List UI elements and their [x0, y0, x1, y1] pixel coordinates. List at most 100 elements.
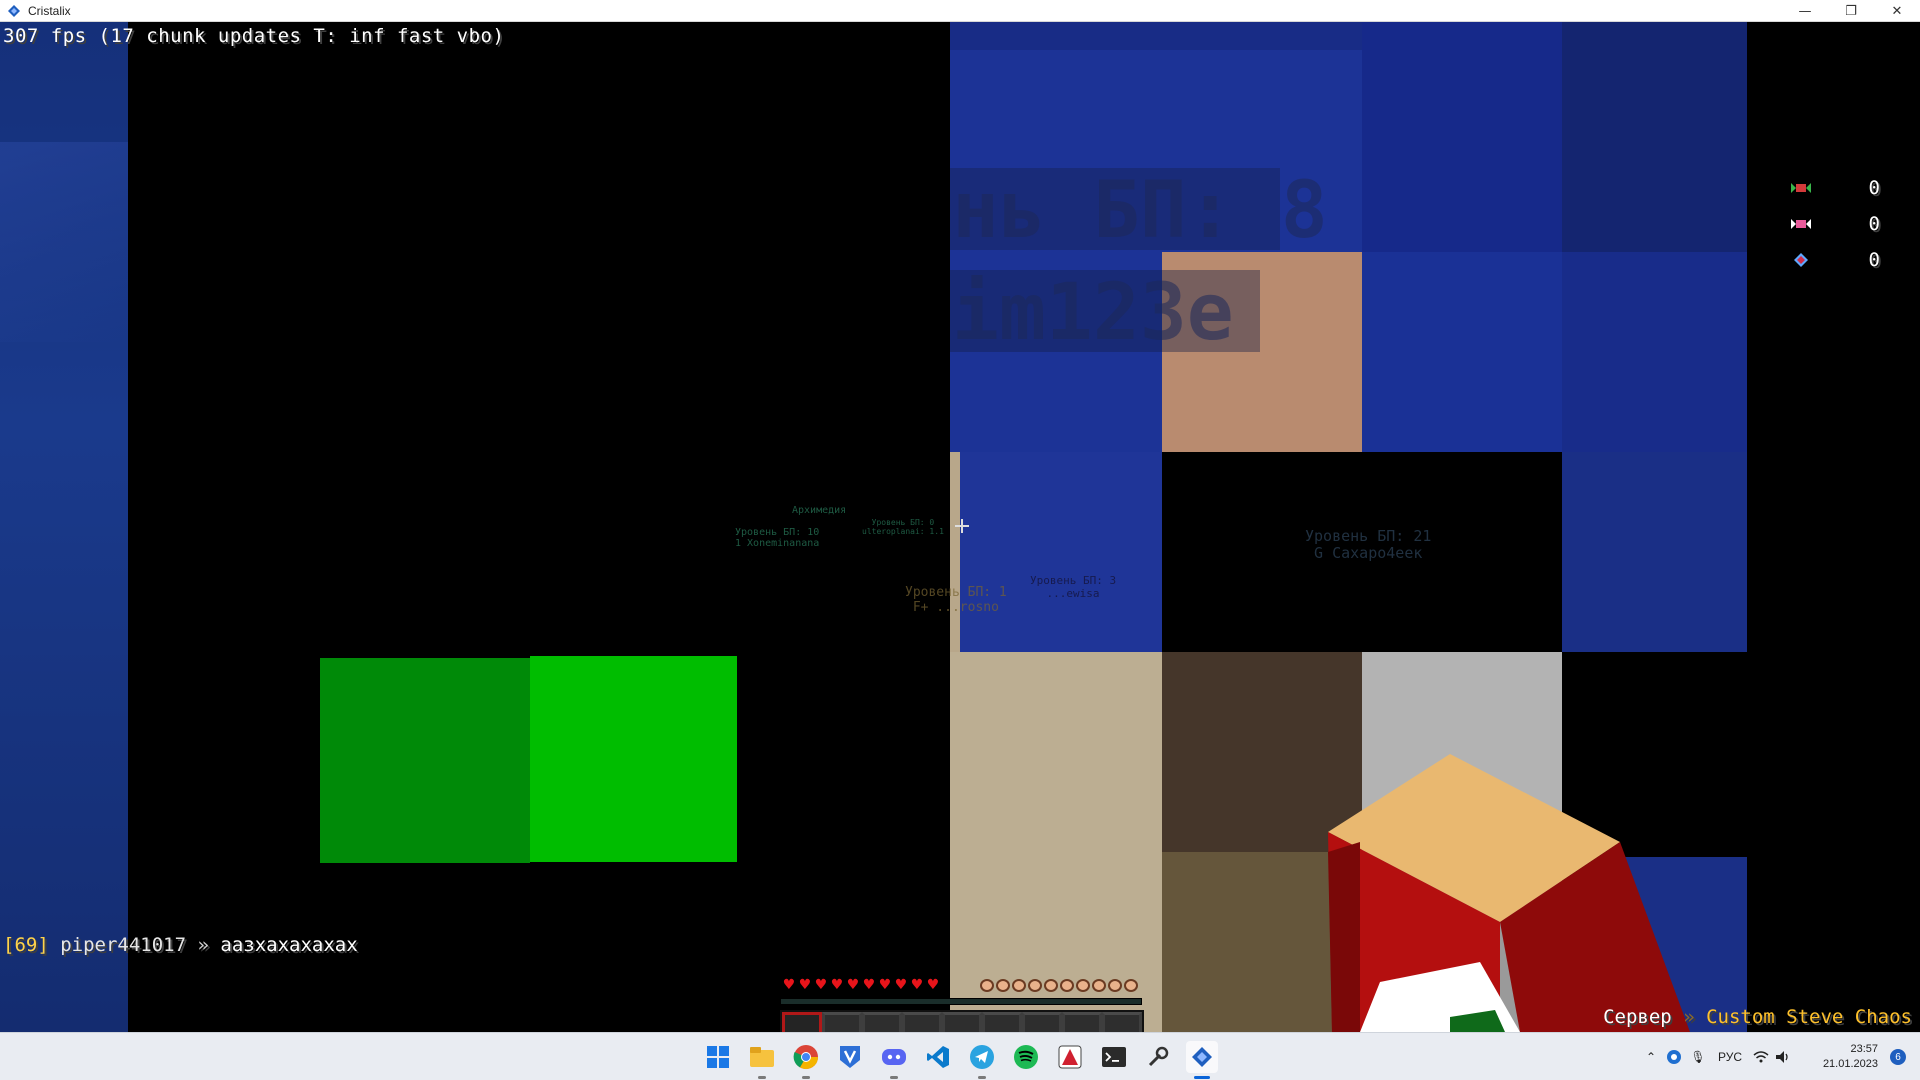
block-sand [950, 652, 1162, 1032]
currency-counters: 0 0 0 [1790, 170, 1880, 278]
window-titlebar: Cristalix — ❐ ✕ [0, 0, 1920, 22]
spotify-icon[interactable] [1010, 1041, 1042, 1073]
cristalix-logo-icon [6, 3, 22, 19]
chat-player: piper441017 [60, 934, 187, 956]
hotbar-slot[interactable] [902, 1012, 942, 1032]
system-tray: ⌃ 🎙 РУС [1640, 1033, 1794, 1080]
restore-button[interactable]: ❐ [1828, 0, 1874, 22]
chevron-up-icon[interactable]: ⌃ [1640, 1050, 1662, 1064]
food-icon [1124, 979, 1138, 992]
telegram-icon[interactable] [966, 1041, 998, 1079]
counter-value: 0 [1868, 213, 1880, 235]
candy-pink-icon [1790, 213, 1812, 235]
clock-time: 23:57 [1850, 1043, 1878, 1055]
block-blue [1562, 252, 1747, 452]
sky-wall-shade [0, 142, 128, 342]
tool-icon[interactable] [1142, 1041, 1174, 1073]
heart-icon: ♥ [878, 977, 892, 993]
server-separator: » [1683, 1006, 1695, 1028]
wifi-icon[interactable] [1750, 1051, 1772, 1063]
fps-counter: 307 fps (17 chunk updates T: inf fast vb… [3, 25, 505, 47]
food-icon [996, 979, 1010, 992]
counter-row: 0 [1790, 206, 1880, 242]
nametag-level: Уровень БП: 21 [1305, 527, 1432, 545]
notification-badge[interactable]: 6 [1890, 1049, 1906, 1065]
app-v-icon[interactable] [834, 1041, 866, 1073]
block-blue [1562, 452, 1747, 652]
ghost-nametag-name: im123e [952, 268, 1234, 358]
terminal-icon[interactable] [1098, 1041, 1130, 1073]
chrome-icon[interactable] [790, 1041, 822, 1079]
food-icon [1012, 979, 1026, 992]
block-sand-edge [950, 452, 960, 652]
nametag-level: Уровень БП: 3 [1030, 574, 1117, 587]
food-icon [980, 979, 994, 992]
hunger-bar [980, 979, 1138, 992]
food-icon [1060, 979, 1074, 992]
network-app-icon[interactable] [1662, 1049, 1686, 1065]
hotbar-slot[interactable] [1062, 1012, 1102, 1032]
cristalix-icon[interactable] [1186, 1041, 1218, 1079]
nametag-level: Архимедия [792, 505, 847, 516]
green-block-shade [320, 658, 530, 863]
heart-icon: ♥ [862, 977, 876, 993]
heart-icon: ♥ [814, 977, 828, 993]
player-arm [1328, 754, 1690, 1032]
microphone-icon[interactable]: 🎙 [1686, 1050, 1710, 1064]
language-indicator[interactable]: РУС [1710, 1050, 1750, 1064]
counter-value: 0 [1868, 177, 1880, 199]
game-viewport[interactable]: нь БП: 8 im123e Уровень БП: 21 G Сахаро4… [0, 22, 1920, 1032]
hotbar-slot[interactable] [942, 1012, 982, 1032]
nametag-name: 1 Xoneminanana [735, 538, 820, 549]
crosshair [955, 519, 969, 533]
hotbar-slot[interactable] [1102, 1012, 1142, 1032]
counter-value: 0 [1868, 249, 1880, 271]
close-button[interactable]: ✕ [1874, 0, 1920, 22]
block-blue [960, 452, 1162, 652]
chat-message: [69] piper441017 » aaзхахахахах [3, 934, 358, 956]
food-icon [1108, 979, 1122, 992]
hotbar-slot[interactable] [782, 1012, 822, 1032]
server-info: Сервер » Custom Steve Chaos [1603, 1006, 1912, 1028]
hotbar-slot[interactable] [862, 1012, 902, 1032]
app-red-icon[interactable] [1054, 1041, 1086, 1073]
green-block [530, 656, 737, 862]
taskbar: ⌃ 🎙 РУС 23:57 21.01.2023 6 [0, 1032, 1920, 1080]
nametag-name: ...ewisa [1046, 586, 1100, 600]
food-icon [1092, 979, 1106, 992]
vscode-icon[interactable] [922, 1041, 954, 1073]
clock-date: 21.01.2023 [1822, 1058, 1878, 1070]
nametag-name: ulteroplanai: 1.1 [862, 526, 944, 536]
heart-icon: ♥ [894, 977, 908, 993]
ghost-nametag-level: нь БП: 8 [952, 166, 1328, 256]
counter-row: 0 [1790, 170, 1880, 206]
tiny-nametag: Архимедия [792, 505, 846, 516]
volume-icon[interactable] [1772, 1050, 1794, 1064]
health-bar: ♥ ♥ ♥ ♥ ♥ ♥ ♥ ♥ ♥ ♥ [782, 977, 940, 993]
food-icon [1076, 979, 1090, 992]
clock[interactable]: 23:57 21.01.2023 [1823, 1042, 1878, 1072]
heart-icon: ♥ [910, 977, 924, 993]
player-nametag: Уровень БП: 3 ...ewisa [1030, 574, 1117, 600]
hotbar-slot[interactable] [982, 1012, 1022, 1032]
start-icon[interactable] [702, 1041, 734, 1073]
heart-icon: ♥ [926, 977, 940, 993]
hotbar-slot[interactable] [822, 1012, 862, 1032]
chat-separator: » [197, 934, 209, 956]
nametag-level: Уровень БП: 1 [905, 585, 1007, 600]
food-icon [1028, 979, 1042, 992]
experience-bar [780, 998, 1142, 1005]
window-title: Cristalix [28, 3, 71, 18]
hotbar[interactable] [780, 1010, 1144, 1032]
minimize-button[interactable]: — [1782, 0, 1828, 22]
file-explorer-icon[interactable] [746, 1041, 778, 1079]
server-label: Сервер [1603, 1006, 1672, 1028]
heart-icon: ♥ [798, 977, 812, 993]
block-blue [1362, 252, 1562, 452]
hotbar-slot[interactable] [1022, 1012, 1062, 1032]
tiny-nametag: Уровень БП: 10 1 Xoneminanana [735, 527, 819, 549]
discord-icon[interactable] [878, 1041, 910, 1079]
block-blue [1362, 22, 1562, 252]
player-nametag: Уровень БП: 21 G Сахаро4еек [1305, 527, 1432, 563]
nametag-name: G Сахаро4еек [1314, 544, 1423, 563]
